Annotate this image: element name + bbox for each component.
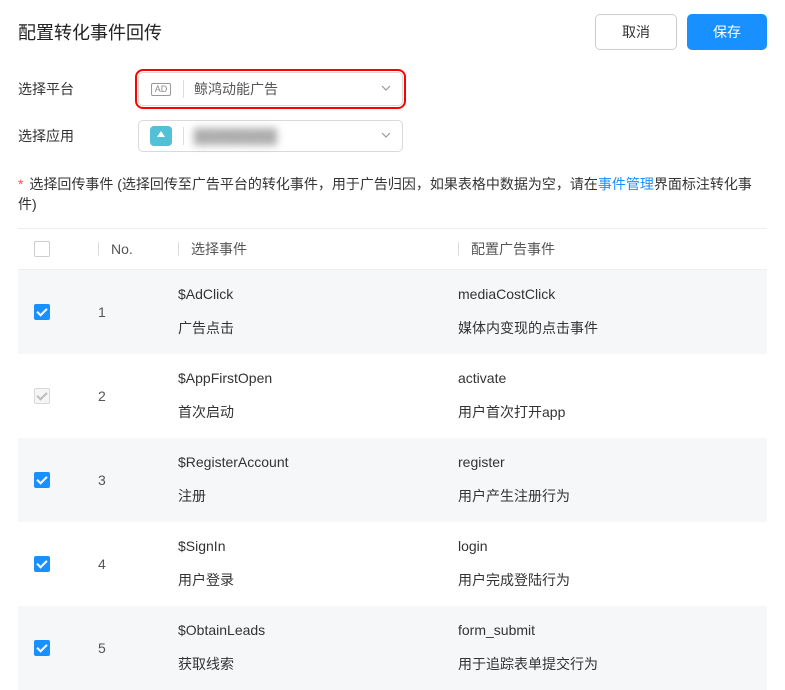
row-no: 1 [98, 304, 178, 320]
event-management-link[interactable]: 事件管理 [598, 176, 654, 192]
row-ad-event: form_submit用于追踪表单提交行为 [458, 622, 767, 674]
divider [183, 127, 184, 145]
row-checkbox[interactable] [34, 304, 50, 320]
app-icon [149, 127, 173, 145]
required-asterisk: * [18, 176, 23, 192]
row-no: 2 [98, 388, 178, 404]
row-event: $ObtainLeads获取线索 [178, 622, 458, 674]
table-header: No. 选择事件 配置广告事件 [18, 228, 767, 270]
row-checkbox[interactable] [34, 556, 50, 572]
select-all-checkbox[interactable] [34, 241, 50, 257]
row-checkbox [34, 388, 50, 404]
hint-text-before: (选择回传至广告平台的转化事件，用于广告归因，如果表格中数据为空，请在 [117, 176, 598, 192]
event-name: 首次启动 [178, 402, 458, 422]
event-name: 获取线索 [178, 654, 458, 674]
row-event: $AdClick 广告点击 [178, 286, 458, 338]
ad-event-name: 用户产生注册行为 [458, 486, 767, 506]
row-event: $RegisterAccount 注册 [178, 454, 458, 506]
col-header-event: 选择事件 [191, 239, 247, 259]
ad-event-id: mediaCostClick [458, 286, 767, 302]
ad-event-name: 用于追踪表单提交行为 [458, 654, 767, 674]
table-row: 1$AdClick 广告点击mediaCostClick 媒体内变现的点击事件 [18, 270, 767, 354]
hint-label: 选择回传事件 [29, 176, 113, 192]
table-row: 5$ObtainLeads获取线索form_submit用于追踪表单提交行为 [18, 606, 767, 690]
cancel-button[interactable]: 取消 [595, 14, 677, 50]
app-label: 选择应用 [18, 126, 138, 146]
event-name: 广告点击 [178, 318, 458, 338]
row-event: $SignIn 用户登录 [178, 538, 458, 590]
platform-label: 选择平台 [18, 79, 138, 99]
event-id: $AppFirstOpen [178, 370, 458, 386]
ad-event-name: 媒体内变现的点击事件 [458, 318, 767, 338]
ad-event-name: 用户首次打开app [458, 402, 767, 422]
row-ad-event: register 用户产生注册行为 [458, 454, 767, 506]
app-select[interactable]: ████████ [138, 120, 403, 152]
save-button[interactable]: 保存 [687, 14, 767, 50]
event-id: $AdClick [178, 286, 458, 302]
row-no: 5 [98, 640, 178, 656]
row-checkbox[interactable] [34, 472, 50, 488]
row-no: 3 [98, 472, 178, 488]
event-id: $SignIn [178, 538, 458, 554]
ad-event-id: activate [458, 370, 767, 386]
page-title: 配置转化事件回传 [18, 19, 162, 45]
col-header-ad-event: 配置广告事件 [471, 239, 555, 259]
ad-icon: AD [149, 80, 173, 98]
row-no: 4 [98, 556, 178, 572]
ad-event-id: login [458, 538, 767, 554]
platform-select[interactable]: AD 鲸鸿动能广告 [138, 72, 403, 106]
divider [183, 80, 184, 98]
col-header-no: No. [111, 241, 133, 257]
chevron-down-icon [380, 128, 392, 144]
row-event: $AppFirstOpen 首次启动 [178, 370, 458, 422]
row-ad-event: login 用户完成登陆行为 [458, 538, 767, 590]
ad-event-id: register [458, 454, 767, 470]
event-id: $RegisterAccount [178, 454, 458, 470]
platform-select-value: 鲸鸿动能广告 [194, 79, 370, 99]
ad-event-name: 用户完成登陆行为 [458, 570, 767, 590]
row-ad-event: activate 用户首次打开app [458, 370, 767, 422]
chevron-down-icon [380, 81, 392, 97]
event-name: 用户登录 [178, 570, 458, 590]
hint-row: * 选择回传事件 (选择回传至广告平台的转化事件，用于广告归因，如果表格中数据为… [0, 170, 785, 228]
table-row: 2$AppFirstOpen 首次启动activate 用户首次打开app [18, 354, 767, 438]
table-row: 3$RegisterAccount 注册register 用户产生注册行为 [18, 438, 767, 522]
table-row: 4$SignIn 用户登录login 用户完成登陆行为 [18, 522, 767, 606]
app-select-value: ████████ [194, 128, 370, 144]
header-actions: 取消 保存 [595, 14, 767, 50]
event-name: 注册 [178, 486, 458, 506]
row-checkbox[interactable] [34, 640, 50, 656]
row-ad-event: mediaCostClick 媒体内变现的点击事件 [458, 286, 767, 338]
